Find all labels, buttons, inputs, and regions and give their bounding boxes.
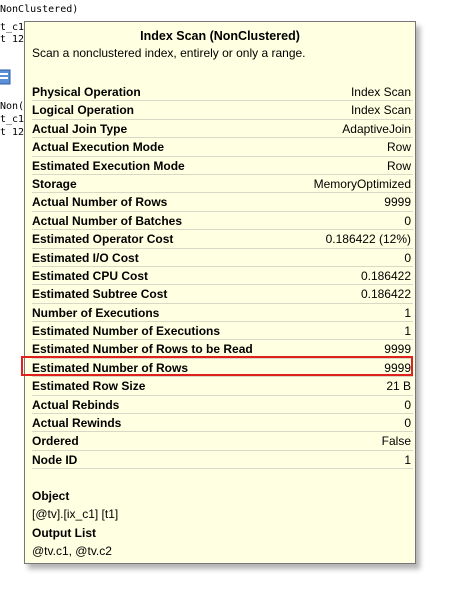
- property-row: Logical Operation Index Scan: [32, 101, 413, 120]
- property-label: Actual Execution Mode: [32, 140, 165, 155]
- property-value: 9999: [384, 360, 411, 375]
- property-row: Actual Number of Rows 9999: [32, 193, 413, 212]
- property-value: 0.186422 (12%): [325, 232, 411, 247]
- property-value: AdaptiveJoin: [342, 121, 411, 136]
- property-label: Number of Executions: [32, 305, 160, 320]
- property-row: Storage MemoryOptimized: [32, 175, 413, 194]
- property-row: Actual Execution Mode Row: [32, 138, 413, 157]
- property-row: Node ID 1: [32, 451, 413, 470]
- property-label: Actual Rebinds: [32, 397, 120, 412]
- output-list-heading: Output List: [32, 526, 96, 540]
- property-label: Actual Number of Rows: [32, 195, 168, 210]
- property-table: Physical Operation Index Scan Logical Oper…: [32, 83, 413, 470]
- property-label: Storage: [32, 176, 77, 191]
- property-row: Estimated Number of Rows to be Read 9999: [32, 340, 413, 359]
- property-value: False: [381, 434, 411, 449]
- property-label: Physical Operation: [32, 85, 141, 99]
- property-row: Estimated Operator Cost 0.186422 (12%): [32, 230, 413, 249]
- property-label: Logical Operation: [32, 103, 135, 118]
- property-label: Estimated Row Size: [32, 379, 146, 394]
- property-value: 21 B: [386, 379, 411, 394]
- property-row: Estimated Row Size 21 B: [32, 377, 413, 396]
- plan-node-text: t 12: [0, 127, 25, 138]
- property-value: 9999: [384, 342, 411, 357]
- output-list-value: @tv.c1, @tv.c2: [32, 544, 112, 558]
- property-value: Row: [386, 158, 411, 173]
- property-label: Estimated Execution Mode: [32, 158, 185, 173]
- property-label: Estimated Number of Rows: [32, 360, 189, 375]
- property-row: Estimated Number of Executions 1: [32, 322, 413, 341]
- property-value: 0: [404, 213, 411, 228]
- property-row: Actual Number of Batches 0: [32, 212, 413, 231]
- property-row: Number of Executions 1: [32, 304, 413, 323]
- property-row: Ordered False: [32, 432, 413, 451]
- property-label: Ordered: [32, 434, 79, 449]
- property-value: 0: [404, 250, 411, 265]
- property-row: Estimated Number of Rows 9999: [32, 359, 413, 378]
- property-value: 1: [404, 324, 411, 339]
- property-value: Index Scan: [350, 85, 411, 99]
- plan-node-text: t 12: [0, 34, 25, 45]
- operator-tooltip: Index Scan (NonClustered) Scan a nonclus…: [24, 21, 416, 564]
- property-label: Estimated Number of Rows to be Read: [32, 342, 253, 357]
- property-row: Estimated CPU Cost 0.186422: [32, 267, 413, 286]
- property-value: Index Scan: [350, 103, 411, 118]
- property-label: Actual Rewinds: [32, 416, 122, 431]
- plan-node-text: NonClustered): [0, 4, 79, 15]
- property-label: Estimated Operator Cost: [32, 232, 174, 247]
- plan-node-text: t_c1: [0, 114, 25, 125]
- index-scan-icon[interactable]: [0, 68, 12, 86]
- property-row: Actual Join Type AdaptiveJoin: [32, 120, 413, 139]
- plan-node-text: Non(: [0, 101, 25, 112]
- tooltip-title: Index Scan (NonClustered): [140, 29, 300, 43]
- property-label: Estimated CPU Cost: [32, 268, 149, 283]
- property-label: Estimated Number of Executions: [32, 324, 221, 339]
- property-label: Actual Join Type: [32, 121, 128, 136]
- property-value: 0: [404, 416, 411, 431]
- property-value: 0.186422: [360, 287, 411, 302]
- property-row: Estimated Execution Mode Row: [32, 157, 413, 175]
- tooltip-description: Scan a nonclustered index, entirely or o…: [32, 46, 306, 60]
- property-row: Estimated I/O Cost 0: [32, 249, 413, 267]
- property-label: Estimated Subtree Cost: [32, 287, 168, 302]
- property-value: 0: [404, 397, 411, 412]
- property-row: Estimated Subtree Cost 0.186422: [32, 285, 413, 304]
- property-value: 9999: [384, 195, 411, 210]
- property-value: 0.186422: [360, 268, 411, 283]
- property-row: Actual Rewinds 0: [32, 414, 413, 433]
- property-value: MemoryOptimized: [313, 176, 411, 191]
- plan-node-text: t_c1: [0, 22, 25, 33]
- property-value: 1: [404, 305, 411, 320]
- property-label: Estimated I/O Cost: [32, 250, 139, 265]
- property-value: Row: [386, 140, 411, 155]
- property-value: 1: [404, 452, 411, 467]
- property-row: Actual Rebinds 0: [32, 396, 413, 415]
- property-label: Node ID: [32, 452, 78, 467]
- property-label: Actual Number of Batches: [32, 213, 183, 228]
- object-heading: Object: [32, 489, 70, 503]
- property-row: Physical Operation Index Scan: [32, 83, 413, 102]
- object-value: [@tv].[ix_c1] [t1]: [32, 507, 119, 521]
